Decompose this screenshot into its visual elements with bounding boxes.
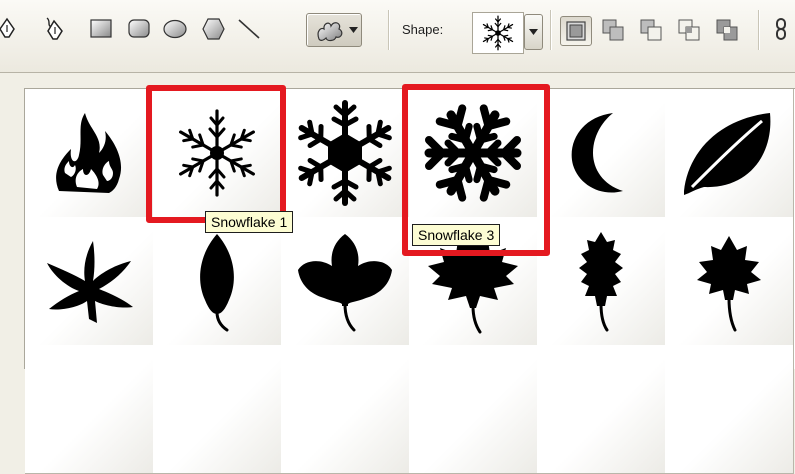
create-new-shape-layer-icon xyxy=(566,21,586,41)
polygon-tool-button[interactable] xyxy=(200,16,226,42)
chain-link-icon xyxy=(776,18,786,40)
shape-cell-moon[interactable] xyxy=(537,89,666,218)
custom-shape-tool-icon xyxy=(317,22,343,42)
line-tool-button[interactable] xyxy=(236,16,262,42)
shape-cell-leaf-6[interactable] xyxy=(537,217,666,346)
rounded-rectangle-tool-icon xyxy=(128,19,150,38)
intersect-shape-areas-button[interactable] xyxy=(674,16,704,44)
ellipse-tool-button[interactable] xyxy=(162,16,188,42)
pen-tool-icon xyxy=(0,17,15,38)
snowflake-1-icon xyxy=(481,15,515,51)
leaf-icon xyxy=(200,234,234,332)
rounded-rectangle-tool-button[interactable] xyxy=(126,16,152,42)
options-toolbar: Shape: xyxy=(0,0,795,73)
line-tool-icon xyxy=(238,19,260,39)
polygon-tool-icon xyxy=(202,18,225,40)
shape-cell[interactable] xyxy=(153,345,282,474)
shape-cell-leaf-3[interactable] xyxy=(153,217,282,346)
maple-leaf-icon xyxy=(697,236,761,332)
shape-cell-fire[interactable] xyxy=(25,89,154,218)
subtract-from-shape-area-button[interactable] xyxy=(636,16,666,44)
toolbar-divider xyxy=(550,10,552,50)
shape-cell-leaf-2[interactable] xyxy=(25,217,154,346)
shape-preview[interactable] xyxy=(472,12,524,54)
highlight-snowflake-1 xyxy=(146,85,286,223)
intersect-shape-areas-icon xyxy=(678,19,700,41)
add-to-shape-area-button[interactable] xyxy=(598,16,628,44)
subtract-from-shape-area-icon xyxy=(640,19,662,41)
create-new-shape-layer-button[interactable] xyxy=(560,16,592,46)
shape-cell[interactable] xyxy=(281,345,410,474)
fire-icon xyxy=(56,113,122,193)
rectangle-tool-icon xyxy=(90,19,112,38)
ellipse-tool-icon xyxy=(163,19,187,39)
maple-leaf-icon xyxy=(47,241,133,323)
custom-shape-tool-button[interactable] xyxy=(306,13,362,47)
shape-cell-leaf-4[interactable] xyxy=(281,217,410,346)
snowflake-2-icon xyxy=(290,98,400,208)
add-to-shape-area-icon xyxy=(602,19,624,41)
shape-cell[interactable] xyxy=(409,345,538,474)
tooltip-snowflake-3: Snowflake 3 xyxy=(412,224,501,246)
chevron-down-icon xyxy=(349,27,358,33)
holly-leaf-icon xyxy=(579,232,623,332)
leaf-icon xyxy=(298,234,392,332)
shape-cell-leaf-1[interactable] xyxy=(665,89,794,218)
freeform-pen-tool-icon xyxy=(46,17,63,40)
freeform-pen-tool-button[interactable] xyxy=(42,16,68,42)
shape-cell-snowflake-2[interactable] xyxy=(281,89,410,218)
moon-icon xyxy=(571,113,623,193)
exclude-overlapping-shape-areas-button[interactable] xyxy=(712,16,742,44)
toolbar-divider xyxy=(758,10,760,50)
shape-cell[interactable] xyxy=(665,345,794,474)
shape-cell[interactable] xyxy=(537,345,666,474)
pen-tool-button[interactable] xyxy=(0,16,20,42)
chevron-down-icon xyxy=(529,29,538,35)
exclude-overlapping-shape-areas-icon xyxy=(716,19,738,41)
link-style-button[interactable] xyxy=(768,16,794,42)
shape-cell-leaf-7[interactable] xyxy=(665,217,794,346)
shape-cell[interactable] xyxy=(25,345,154,474)
shape-picker-dropdown[interactable] xyxy=(524,14,543,50)
tooltip-snowflake-1: Snowflake 1 xyxy=(205,211,294,233)
shape-label: Shape: xyxy=(402,22,444,37)
rectangle-tool-button[interactable] xyxy=(88,16,114,42)
leaf-icon xyxy=(684,113,771,195)
toolbar-divider xyxy=(388,10,390,50)
